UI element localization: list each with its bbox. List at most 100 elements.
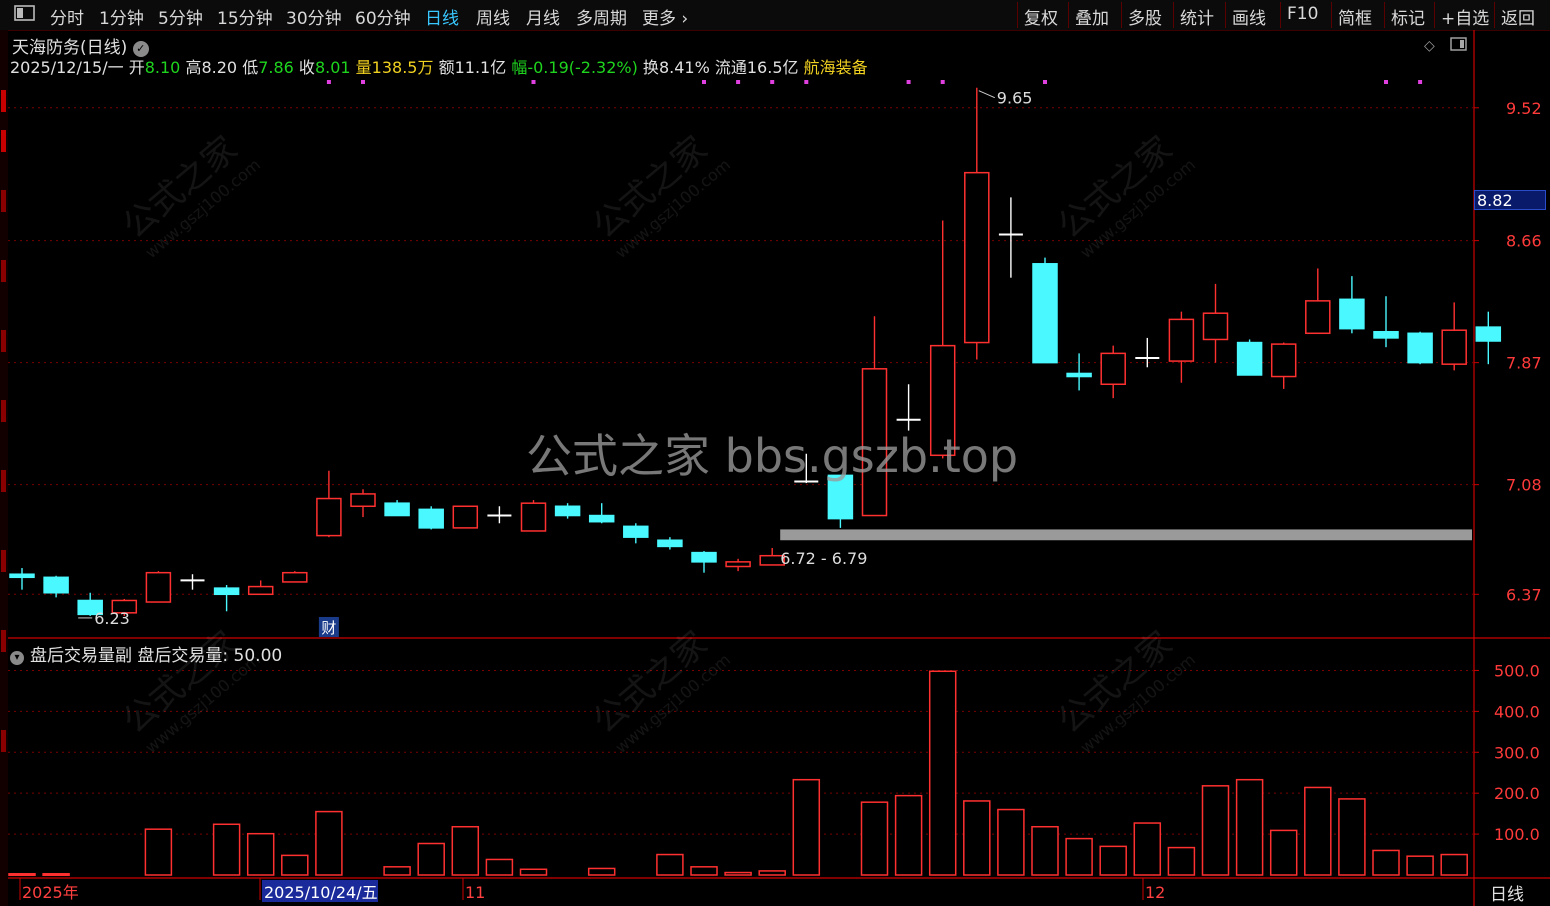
candle-body[interactable] [1475, 326, 1502, 342]
turnover-label: 换 [642, 58, 659, 77]
volume-bar[interactable] [246, 832, 275, 876]
change-value: -0.19(-2.32%) [527, 58, 638, 77]
float-value: 16.5亿 [746, 58, 799, 77]
candle-body[interactable] [1373, 330, 1399, 339]
volume-bar[interactable] [1269, 829, 1298, 876]
high-label: 高 [185, 58, 202, 77]
volume-bar[interactable] [212, 823, 241, 876]
candle-body[interactable] [520, 502, 547, 532]
chevron-down-icon[interactable]: ▾ [10, 651, 24, 665]
close-label: 收 [298, 58, 315, 77]
candle-body[interactable] [657, 539, 683, 548]
candle-body[interactable] [452, 505, 479, 529]
high-price-label: 9.65 [997, 89, 1033, 108]
sub-indicator-title: ▾ 盘后交易量副 盘后交易量: 50.00 [10, 641, 282, 666]
low-value: 7.86 [258, 58, 294, 77]
event-marker-dot [804, 80, 809, 84]
candle-body[interactable] [554, 505, 581, 517]
candle-body[interactable] [725, 561, 751, 568]
volume-bar[interactable] [1440, 853, 1468, 876]
candle-body[interactable] [1066, 372, 1092, 378]
price-tick-label: 7.08 [1506, 476, 1542, 495]
volume-bar[interactable] [485, 858, 514, 876]
candle-body[interactable] [1339, 298, 1365, 330]
sector-label[interactable]: 航海装备 [804, 58, 868, 77]
volume-bar[interactable] [894, 794, 923, 876]
volume-bar[interactable] [383, 866, 411, 876]
volume-bar[interactable] [1133, 822, 1162, 876]
support-band[interactable] [780, 529, 1472, 541]
candle-body[interactable] [964, 171, 990, 344]
ohlc-info-bar: 2025/12/15/一 开8.10 高8.20 低7.86 收8.01 量13… [10, 54, 868, 78]
x-axis-label: 2025/10/24/五 [264, 883, 378, 902]
volume-bar[interactable] [1304, 786, 1332, 876]
candle-body[interactable] [588, 514, 615, 523]
candle-body[interactable] [1100, 352, 1126, 386]
volume-bar[interactable] [144, 828, 173, 876]
volume-bar[interactable] [451, 825, 480, 876]
candle-body[interactable] [1032, 263, 1058, 364]
candle-body[interactable] [282, 571, 308, 583]
candle-body[interactable] [1168, 318, 1195, 362]
volume-bar[interactable] [281, 854, 309, 876]
event-marker-dot [940, 80, 945, 84]
candle-body[interactable] [213, 587, 240, 596]
candle-body[interactable] [350, 493, 376, 508]
volume-bar[interactable] [42, 873, 70, 877]
volume-bar[interactable] [860, 801, 889, 876]
volume-bar[interactable] [315, 810, 343, 876]
x-axis-label: 12 [1145, 883, 1165, 902]
volume-tick-label: 200.0 [1494, 784, 1540, 803]
change-label: 幅 [511, 58, 528, 77]
volume-bar[interactable] [997, 808, 1025, 876]
turnover-value: 8.41% [658, 58, 710, 77]
volume-bar[interactable] [1031, 825, 1059, 876]
event-marker-dot [326, 80, 331, 84]
candle-body[interactable] [1305, 300, 1331, 335]
candle-body[interactable] [316, 497, 342, 537]
candle-body[interactable] [145, 571, 172, 603]
site-watermark: 公式之家 bbs.gszb.top [526, 429, 1019, 483]
volume-bar[interactable] [656, 853, 684, 876]
volume-bar[interactable] [792, 778, 821, 876]
low-label: 低 [242, 58, 259, 77]
window-toggle-icon[interactable] [1450, 36, 1468, 56]
candle-body[interactable] [247, 585, 274, 596]
candle-body[interactable] [1236, 341, 1263, 376]
volume-bar[interactable] [519, 868, 548, 876]
sub-indicator-series: 盘后交易量 [137, 646, 223, 666]
price-tick-label: 6.37 [1506, 585, 1542, 604]
volume-bar[interactable] [587, 867, 616, 876]
volume-tick-label: 400.0 [1494, 702, 1540, 721]
candle-body[interactable] [418, 508, 444, 529]
float-label: 流通 [714, 58, 747, 77]
candle-body[interactable] [623, 525, 649, 538]
candle-body[interactable] [691, 551, 717, 563]
volume-bar[interactable] [1372, 849, 1400, 876]
sub-indicator-value: 50.00 [233, 646, 283, 666]
volume-bar[interactable] [8, 873, 36, 877]
volume-bar[interactable] [1099, 845, 1127, 876]
candle-body[interactable] [9, 573, 35, 579]
volume-bar[interactable] [1235, 778, 1264, 876]
volume-bar[interactable] [928, 670, 957, 876]
candle-body[interactable] [1202, 312, 1229, 341]
candle-body[interactable] [384, 502, 410, 517]
volume-bar[interactable] [963, 800, 991, 876]
volume-bar[interactable] [1338, 798, 1366, 876]
diamond-icon[interactable]: ◇ [1424, 38, 1435, 54]
volume-bar[interactable] [1406, 855, 1434, 876]
candle-body[interactable] [1270, 343, 1297, 378]
volume-bar[interactable] [417, 842, 445, 876]
volume-bar[interactable] [1065, 837, 1093, 876]
event-marker-dot [906, 80, 911, 84]
volume-bar[interactable] [690, 866, 718, 876]
volume-bar[interactable] [758, 870, 786, 876]
x-axis-label: 2025年 [22, 883, 79, 902]
candle-body[interactable] [1441, 329, 1467, 365]
volume-bar[interactable] [724, 871, 752, 876]
candle-body[interactable] [43, 576, 69, 594]
volume-bar[interactable] [1167, 846, 1196, 876]
volume-bar[interactable] [1201, 785, 1230, 876]
candle-body[interactable] [1407, 332, 1433, 364]
